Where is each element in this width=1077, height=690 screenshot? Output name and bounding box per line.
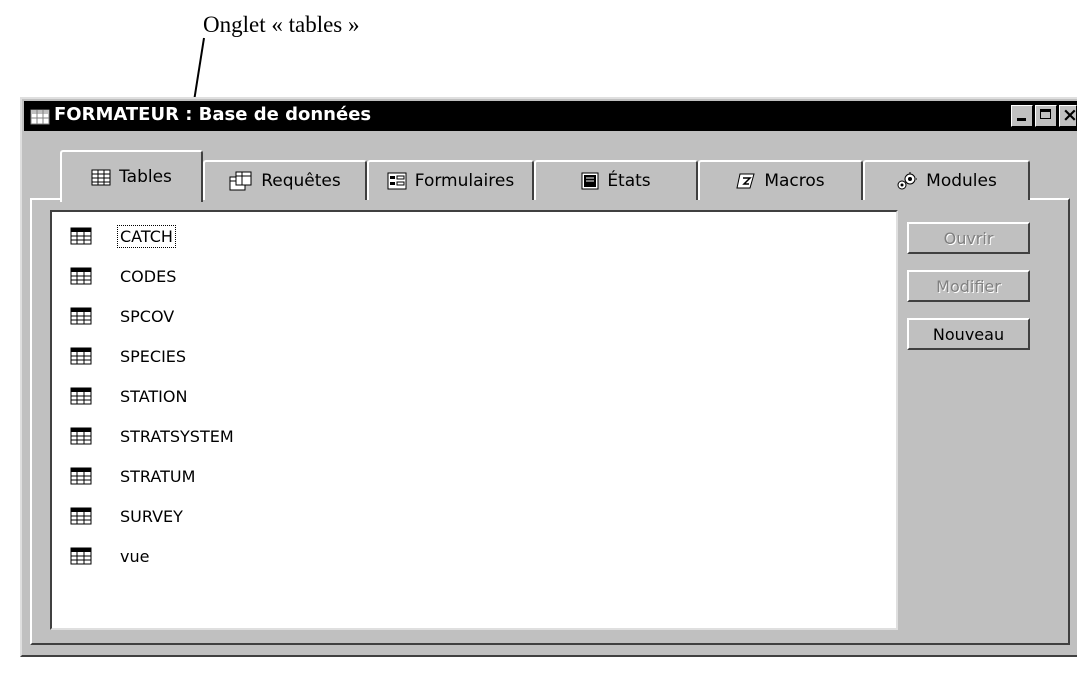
- close-button[interactable]: ×: [1059, 104, 1077, 127]
- table-name: STRATUM: [120, 466, 196, 486]
- macro-icon: [736, 173, 756, 189]
- new-button[interactable]: Nouveau: [907, 318, 1030, 350]
- list-item[interactable]: STRATSYSTEM: [70, 422, 236, 450]
- table-icon: [91, 169, 111, 185]
- close-icon: ×: [1062, 104, 1077, 126]
- tables-list[interactable]: CATCH CODES SPCOV SPECIES STATION STRATS…: [50, 210, 898, 630]
- minimize-button[interactable]: [1011, 105, 1033, 127]
- query-icon: [229, 171, 252, 191]
- annotation-label: Onglet « tables »: [203, 12, 360, 37]
- table-icon: [70, 307, 92, 325]
- list-item[interactable]: vue: [70, 542, 151, 570]
- table-name: STATION: [120, 386, 188, 406]
- table-icon: [70, 547, 92, 565]
- table-name: SURVEY: [120, 506, 183, 526]
- list-item[interactable]: CODES: [70, 262, 178, 290]
- table-icon: [70, 227, 92, 245]
- tab-macros[interactable]: Macros: [698, 160, 863, 200]
- tab-modules-label: Modules: [926, 171, 997, 191]
- list-item[interactable]: SURVEY: [70, 502, 185, 530]
- table-icon: [70, 467, 92, 485]
- table-icon: [70, 427, 92, 445]
- report-icon: [581, 172, 599, 190]
- open-button[interactable]: Ouvrir: [907, 222, 1030, 254]
- title-bar[interactable]: FORMATEUR : Base de données ×: [24, 101, 1077, 131]
- list-item[interactable]: SPCOV: [70, 302, 176, 330]
- table-name: SPCOV: [120, 306, 175, 326]
- table-name: STRATSYSTEM: [120, 426, 234, 446]
- table-icon: [70, 347, 92, 365]
- modify-button[interactable]: Modifier: [907, 270, 1030, 302]
- tab-queries[interactable]: Requêtes: [203, 160, 367, 200]
- list-item[interactable]: STATION: [70, 382, 189, 410]
- table-name: vue: [120, 546, 150, 566]
- list-item[interactable]: CATCH: [70, 222, 176, 250]
- table-name: SPECIES: [120, 346, 187, 366]
- tab-tables-label: Tables: [119, 167, 172, 187]
- tab-queries-label: Requêtes: [261, 171, 341, 191]
- database-icon: [30, 109, 50, 125]
- tab-macros-label: Macros: [764, 171, 825, 191]
- window-title: FORMATEUR : Base de données: [54, 104, 372, 125]
- table-icon: [70, 507, 92, 525]
- tab-tables[interactable]: Tables: [60, 150, 203, 202]
- tab-reports-label: États: [607, 171, 651, 191]
- list-item[interactable]: SPECIES: [70, 342, 188, 370]
- form-icon: [387, 172, 407, 190]
- tab-forms[interactable]: Formulaires: [367, 160, 534, 200]
- table-icon: [70, 267, 92, 285]
- tab-reports[interactable]: États: [534, 160, 698, 200]
- list-item[interactable]: STRATUM: [70, 462, 197, 490]
- tab-modules[interactable]: Modules: [863, 160, 1030, 200]
- table-icon: [70, 387, 92, 405]
- table-name: CATCH: [117, 224, 176, 248]
- tab-forms-label: Formulaires: [414, 171, 515, 191]
- maximize-button[interactable]: [1035, 105, 1057, 127]
- module-icon: [897, 172, 918, 190]
- table-name: CODES: [120, 266, 177, 286]
